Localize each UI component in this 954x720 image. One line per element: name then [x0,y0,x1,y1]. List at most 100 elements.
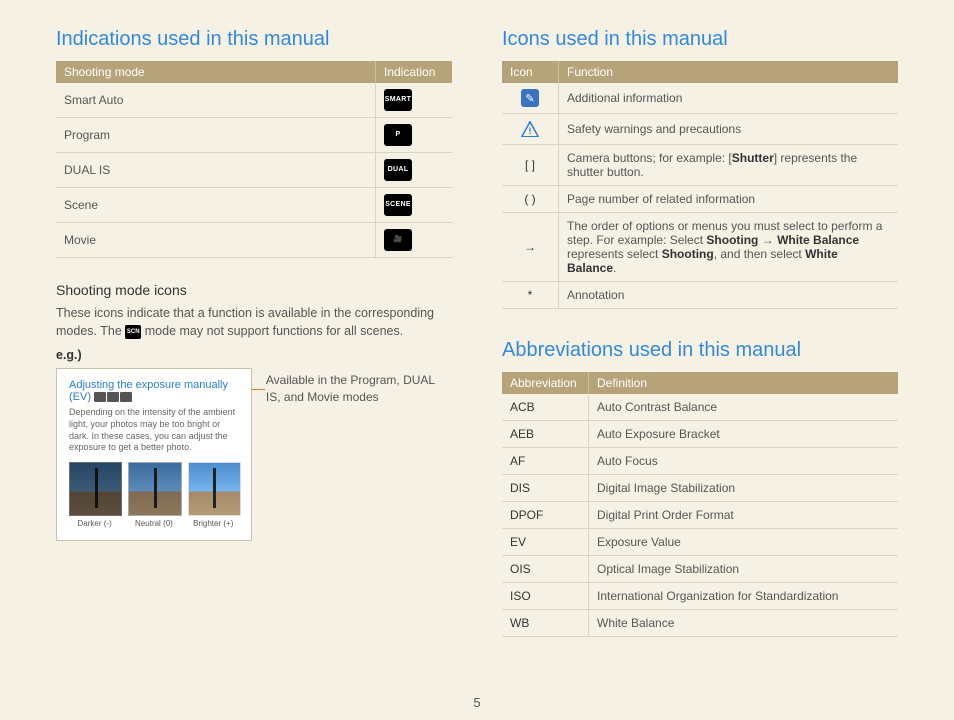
table-header: Definition [589,372,899,394]
table-row: Movie 🎥 [56,223,452,258]
example-description: Depending on the intensity of the ambien… [69,407,239,454]
thumbnail: Darker (-) [69,462,120,528]
thumbnail-label: Brighter (+) [193,519,233,528]
icon-cell: ( ) [502,186,559,213]
page-number: 5 [0,695,954,710]
abbr-cell: WB [502,610,589,637]
mode-icon-cell: P [376,118,453,153]
mode-name-cell: Movie [56,223,376,258]
icon-cell: * [502,282,559,309]
mode-name-cell: Smart Auto [56,83,376,118]
thumbnail: Brighter (+) [188,462,239,528]
mode-icon-cell: DUAL [376,153,453,188]
mode-icon: P [384,124,412,146]
mode-name-cell: Scene [56,188,376,223]
table-row: ISOInternational Organization for Standa… [502,583,898,610]
definition-cell: International Organization for Standardi… [589,583,899,610]
table-row: ! Safety warnings and precautions [502,114,898,145]
table-row: ACBAuto Contrast Balance [502,394,898,421]
symbol-icon: → [524,240,536,254]
abbr-cell: OIS [502,556,589,583]
thumbnail-image-neutral [128,462,181,516]
example-mode-icons [94,391,133,403]
abbr-cell: AEB [502,421,589,448]
table-row: OISOptical Image Stabilization [502,556,898,583]
mode-icon-cell: 🎥 [376,223,453,258]
definition-cell: Auto Contrast Balance [589,394,899,421]
table-header: Function [559,61,899,83]
page: Indications used in this manual Shooting… [0,0,954,720]
table-header: Shooting mode [56,61,376,83]
body-text: These icons indicate that a function is … [56,304,452,340]
table-row: AEBAuto Exposure Bracket [502,421,898,448]
table-row: DUAL IS DUAL [56,153,452,188]
thumbnail-label: Darker (-) [78,519,112,528]
definition-cell: White Balance [589,610,899,637]
shooting-mode-table: Shooting mode Indication Smart Auto SMART… [56,61,452,258]
example-title: Adjusting the exposure manually (EV) [69,379,239,403]
abbr-cell: EV [502,529,589,556]
definition-cell: Exposure Value [589,529,899,556]
table-row: AFAuto Focus [502,448,898,475]
table-row: Smart Auto SMART [56,83,452,118]
scene-mode-icon: SCN [125,325,141,339]
definition-cell: Auto Exposure Bracket [589,421,899,448]
table-row: WBWhite Balance [502,610,898,637]
left-column: Indications used in this manual Shooting… [56,28,452,637]
icon-cell: → [502,213,559,282]
function-cell: Annotation [559,282,899,309]
function-cell: Additional information [559,83,899,114]
table-header: Indication [376,61,453,83]
table-header: Icon [502,61,559,83]
definition-cell: Auto Focus [589,448,899,475]
abbr-table: Abbreviation Definition ACBAuto Contrast… [502,372,898,637]
warning-icon: ! [521,120,539,138]
thumbnail-label: Neutral (0) [135,519,173,528]
abbr-cell: DIS [502,475,589,502]
symbol-icon: [ ] [525,158,535,172]
thumbnail-image-brighter [188,462,241,516]
mode-icon: SCENE [384,194,412,216]
table-row: *Annotation [502,282,898,309]
thumbnail-image-darker [69,462,122,516]
icon-cell: [ ] [502,145,559,186]
mode-icon: 🎥 [384,229,412,251]
abbr-cell: DPOF [502,502,589,529]
icons-section-title: Icons used in this manual [502,28,898,51]
table-row: EVExposure Value [502,529,898,556]
thumbnail: Neutral (0) [128,462,179,528]
abbr-cell: AF [502,448,589,475]
example-box: Adjusting the exposure manually (EV) Dep… [56,368,252,541]
function-cell: Page number of related information [559,186,899,213]
icon-cell: ! [502,114,559,145]
function-cell: Safety warnings and precautions [559,114,899,145]
left-section-title: Indications used in this manual [56,28,452,51]
function-cell: Camera buttons; for example: [Shutter] r… [559,145,899,186]
svg-text:!: ! [529,126,532,136]
mode-name-cell: DUAL IS [56,153,376,188]
function-cell: The order of options or menus you must s… [559,213,899,282]
mode-name-cell: Program [56,118,376,153]
mode-icon: DUAL [384,159,412,181]
example-thumbnails: Darker (-) Neutral (0) Brighter (+) [69,462,239,528]
abbr-cell: ACB [502,394,589,421]
mode-icon-cell: SMART [376,83,453,118]
table-row: [ ] Camera buttons; for example: [Shutter… [502,145,898,186]
example-title-text: Adjusting the exposure manually (EV) [69,379,228,403]
table-row: ( ) Page number of related information [502,186,898,213]
icon-cell: ✎ [502,83,559,114]
table-row: Scene SCENE [56,188,452,223]
definition-cell: Optical Image Stabilization [589,556,899,583]
table-header: Abbreviation [502,372,589,394]
abbr-cell: ISO [502,583,589,610]
table-row: Program P [56,118,452,153]
abbr-section-title: Abbreviations used in this manual [502,339,898,362]
two-column-layout: Indications used in this manual Shooting… [56,28,898,637]
info-icon: ✎ [521,89,539,107]
symbol-icon: ( ) [524,192,535,206]
table-row: ✎ Additional information [502,83,898,114]
mode-icon-cell: SCENE [376,188,453,223]
mode-icon: SMART [384,89,412,111]
right-column: Icons used in this manual Icon Function … [502,28,898,637]
definition-cell: Digital Image Stabilization [589,475,899,502]
